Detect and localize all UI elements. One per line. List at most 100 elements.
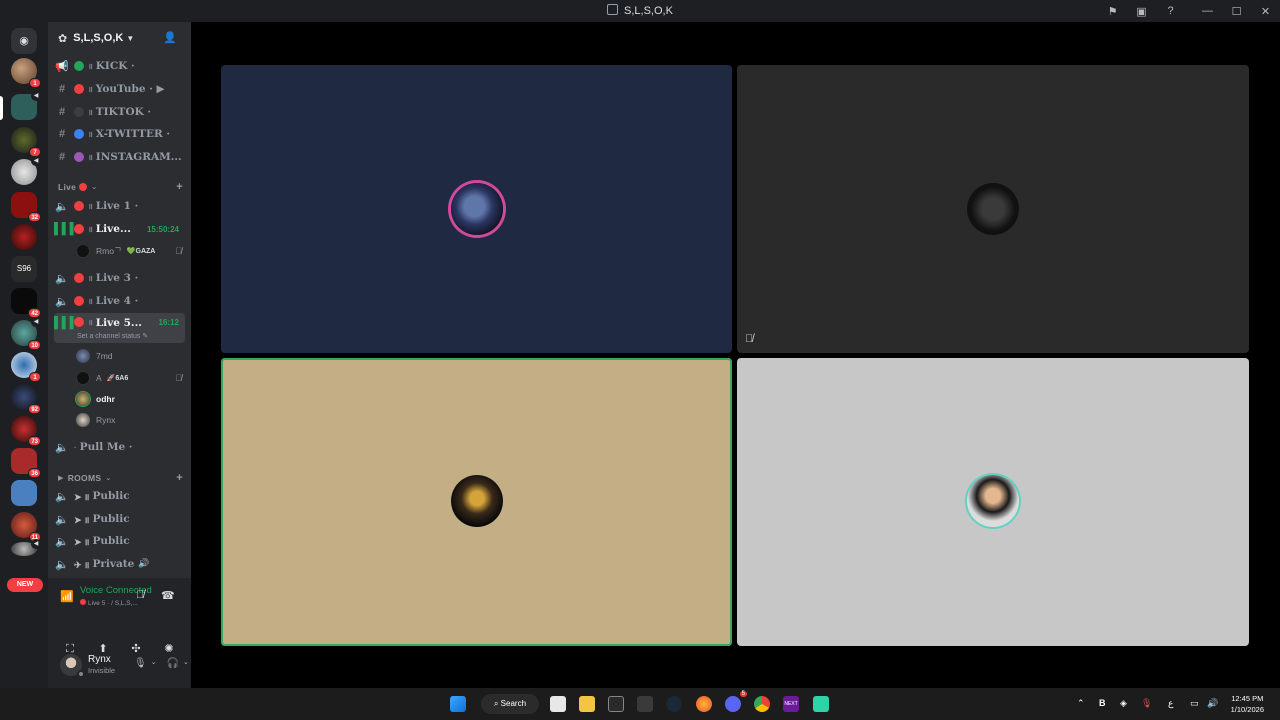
app-icon[interactable] [813,696,829,712]
username[interactable]: Rynx [88,654,111,665]
server-icon-current[interactable]: ◀ [11,91,41,120]
voice-activity-icon: ▌▌▌ [54,223,78,235]
server-icon-1[interactable]: 1 [11,58,41,88]
store-icon[interactable] [550,696,566,712]
volume-icon[interactable]: 🔊 [1207,698,1218,709]
channel-tiktok[interactable]: # ॥ TIKTOK · [54,102,185,122]
channel-x-twitter[interactable]: # ॥ X-TWITTER · [54,124,185,144]
chrome-icon[interactable] [754,696,770,712]
server-header[interactable]: ✿ S,L,S,O,K ▼ 👤 [48,22,191,54]
category-live[interactable]: Live ⌄ + [58,181,183,193]
server-icon-4[interactable]: ◀ [11,156,41,185]
status-dot [74,273,84,283]
channel-pull-me[interactable]: 🔈 · Pull Me · [54,437,185,457]
channel-public-3[interactable]: 🔈 ➤ ॥ Public [54,531,185,551]
status-dot [74,317,84,327]
server-icon-14[interactable] [11,480,37,506]
participant-tile-4[interactable] [737,358,1249,646]
screen-share-icon[interactable]: ▣ [1127,5,1156,18]
speaker-icon: ◀ [31,91,41,101]
maximize-button[interactable]: ☐ [1222,5,1251,18]
channel-live-2[interactable]: ▌▌▌ ॥ Live... 15:50:24 [54,219,185,239]
voice-user[interactable]: odhr [76,390,182,408]
epic-games-icon[interactable] [608,696,624,712]
status-dot [74,201,84,211]
server-icon-6[interactable] [11,224,37,250]
speaker-icon: 🔈 [55,535,69,548]
voice-user[interactable]: Rmoᄀ 💚GAZA 🎙̸ [76,242,182,260]
network-icon[interactable]: ▭ [1190,698,1199,709]
create-channel-icon[interactable]: + [176,181,183,193]
server-icon-5[interactable]: 32 [11,192,41,222]
create-channel-icon[interactable]: + [176,472,183,484]
server-icon-10[interactable]: 1 [11,352,41,382]
channel-live-4[interactable]: 🔈 ॥ Live 4 · [54,291,185,311]
file-explorer-icon[interactable] [579,696,595,712]
firefox-icon[interactable] [696,696,712,712]
hash-icon: # [58,151,66,163]
channel-private[interactable]: 🔈 ✈ ॥ Private 🔊 [54,554,185,574]
status-dot [74,224,84,234]
headphones-icon[interactable]: 🎧 [167,658,179,669]
channel-instagram[interactable]: # ॥ INSTAGRAM... [54,147,185,167]
minimize-button[interactable]: — [1193,5,1222,17]
participant-tile-3[interactable] [221,358,732,646]
microphone-icon[interactable]: 🎙 [134,658,147,669]
channel-status[interactable]: Set a channel status ✎ [77,332,148,340]
participant-tile-2[interactable]: 🎙̸ [737,65,1249,353]
tray-app-icon[interactable]: B [1099,698,1106,708]
chevron-down-icon[interactable]: ⌄ [151,658,157,669]
discord-icon[interactable]: 5 [725,691,747,712]
channel-live-3[interactable]: 🔈 ॥ Live 3 · [54,268,185,288]
signal-icon[interactable]: 📶 [60,590,74,603]
taskbar-clock[interactable]: 12:45 PM 1/10/2026 [1231,693,1264,715]
close-button[interactable]: ✕ [1251,5,1280,18]
microphone-icon[interactable]: 🎙 [1141,698,1152,709]
chevron-down-icon[interactable]: ⌄ [183,658,189,669]
channel-youtube[interactable]: # ॥ YouTube · ▶ [54,79,185,99]
help-icon[interactable]: ? [1156,5,1185,17]
server-icon-8[interactable]: 42 [11,288,41,318]
server-icon-13[interactable]: 36 [11,448,41,478]
voice-channel-link[interactable]: Live 5 · / S,L,S,... [80,599,138,607]
megaphone-icon: 📢 [55,60,69,73]
channel-public-2[interactable]: 🔈 ➤ ॥ Public [54,509,185,529]
server-icon-3[interactable]: 7 [11,127,41,157]
voice-user[interactable]: Rynx [76,411,182,429]
speaker-icon: 🔈 [55,441,69,454]
next-app-icon[interactable]: NEXT [783,696,799,712]
channel-live-1[interactable]: 🔈 ॥ Live 1 · [54,196,185,216]
voice-user[interactable]: A 🚀6A6 🎙̸ [76,369,182,387]
channel-timer: 16:12 [158,318,179,327]
server-icon-15[interactable]: 11 [11,512,41,542]
tray-app-icon[interactable]: ◈ [1120,698,1127,709]
start-icon[interactable] [450,696,466,712]
status-dot [74,84,84,94]
invite-people-icon[interactable]: 👤 [163,31,177,44]
steam-icon[interactable] [666,696,682,712]
app-icon [607,4,619,15]
server-icon-9[interactable]: ◀ 10 [11,317,41,350]
taskbar-search[interactable]: ⌕ Search [481,694,539,714]
noise-suppression-icon[interactable]: 〰̸ [136,589,144,601]
server-icon-12[interactable]: 73 [11,416,41,446]
server-icon-16[interactable]: ◀ [11,539,41,556]
participant-tile-1[interactable] [221,65,732,353]
channel-kick[interactable]: 📢 ॥ KICK · [54,56,185,76]
status-dot [74,107,84,117]
voice-user[interactable]: 7md [76,347,182,365]
chevron-up-icon[interactable]: ⌃ [1077,698,1085,709]
discord-home-icon[interactable]: ◉ [11,28,37,54]
muted-icon: 🎙̸ [175,246,182,256]
avatar [76,413,90,427]
app-icon[interactable] [637,696,653,712]
chevron-right-icon: ▶ [58,475,64,482]
channel-public-1[interactable]: 🔈 ➤ ॥ Public [54,486,185,506]
inbox-flag-icon[interactable]: ⚑ [1098,5,1127,18]
disconnect-icon[interactable]: ☎ [161,589,175,602]
chevron-down-icon: ▼ [126,33,135,43]
server-icon-11[interactable]: 92 [11,384,41,414]
server-icon-7[interactable]: S96 [11,256,37,282]
language-indicator[interactable]: ع [1168,698,1173,709]
category-rooms[interactable]: ▶ ROOMS ⌄ + [58,472,183,484]
